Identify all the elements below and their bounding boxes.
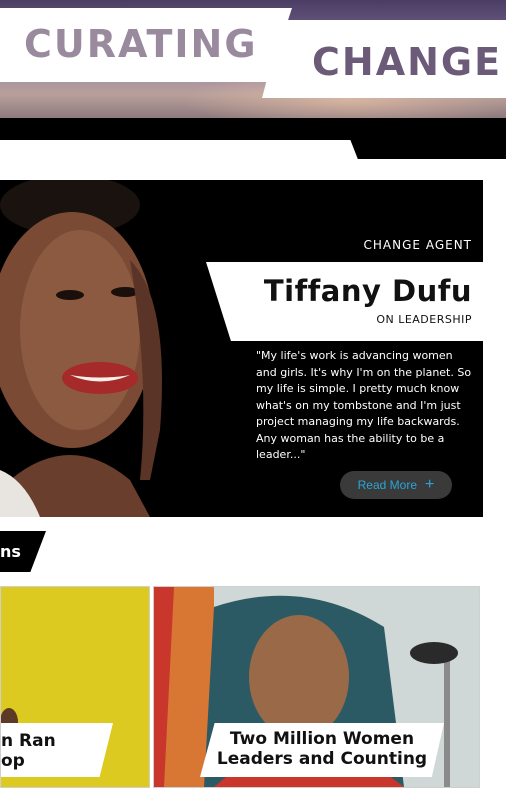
card-caption-line: Leaders and Counting	[216, 749, 428, 769]
story-card[interactable]: n Ran op	[0, 586, 150, 788]
feature-person-name[interactable]: Tiffany Dufu	[264, 274, 472, 308]
header-banner: CURATING CHANGE	[0, 0, 506, 118]
card-caption-line: op	[1, 751, 25, 771]
plus-icon: +	[425, 476, 435, 493]
nav-tab	[350, 139, 506, 159]
card-caption-line: Two Million Women	[229, 729, 415, 749]
featured-story[interactable]: CHANGE AGENT Tiffany Dufu ON LEADERSHIP …	[0, 180, 483, 517]
story-card[interactable]: Two Million Women Leaders and Counting	[153, 586, 480, 788]
feature-category-label: CHANGE AGENT	[363, 238, 472, 252]
section-heading-label: ns	[0, 542, 21, 561]
banner-word-change[interactable]: CHANGE	[312, 40, 502, 84]
read-more-button[interactable]: Read More +	[340, 471, 452, 499]
nav-bar	[0, 118, 506, 140]
portrait-photo	[0, 180, 240, 517]
banner-word-curating[interactable]: CURATING	[24, 22, 258, 66]
card-caption: Two Million Women Leaders and Counting	[200, 723, 444, 777]
feature-topic: ON LEADERSHIP	[376, 313, 472, 326]
card-caption-line: n Ran	[1, 731, 56, 751]
feature-quote: "My life's work is advancing women and g…	[256, 349, 472, 461]
read-more-label: Read More	[357, 478, 418, 492]
card-caption: n Ran op	[1, 723, 113, 777]
